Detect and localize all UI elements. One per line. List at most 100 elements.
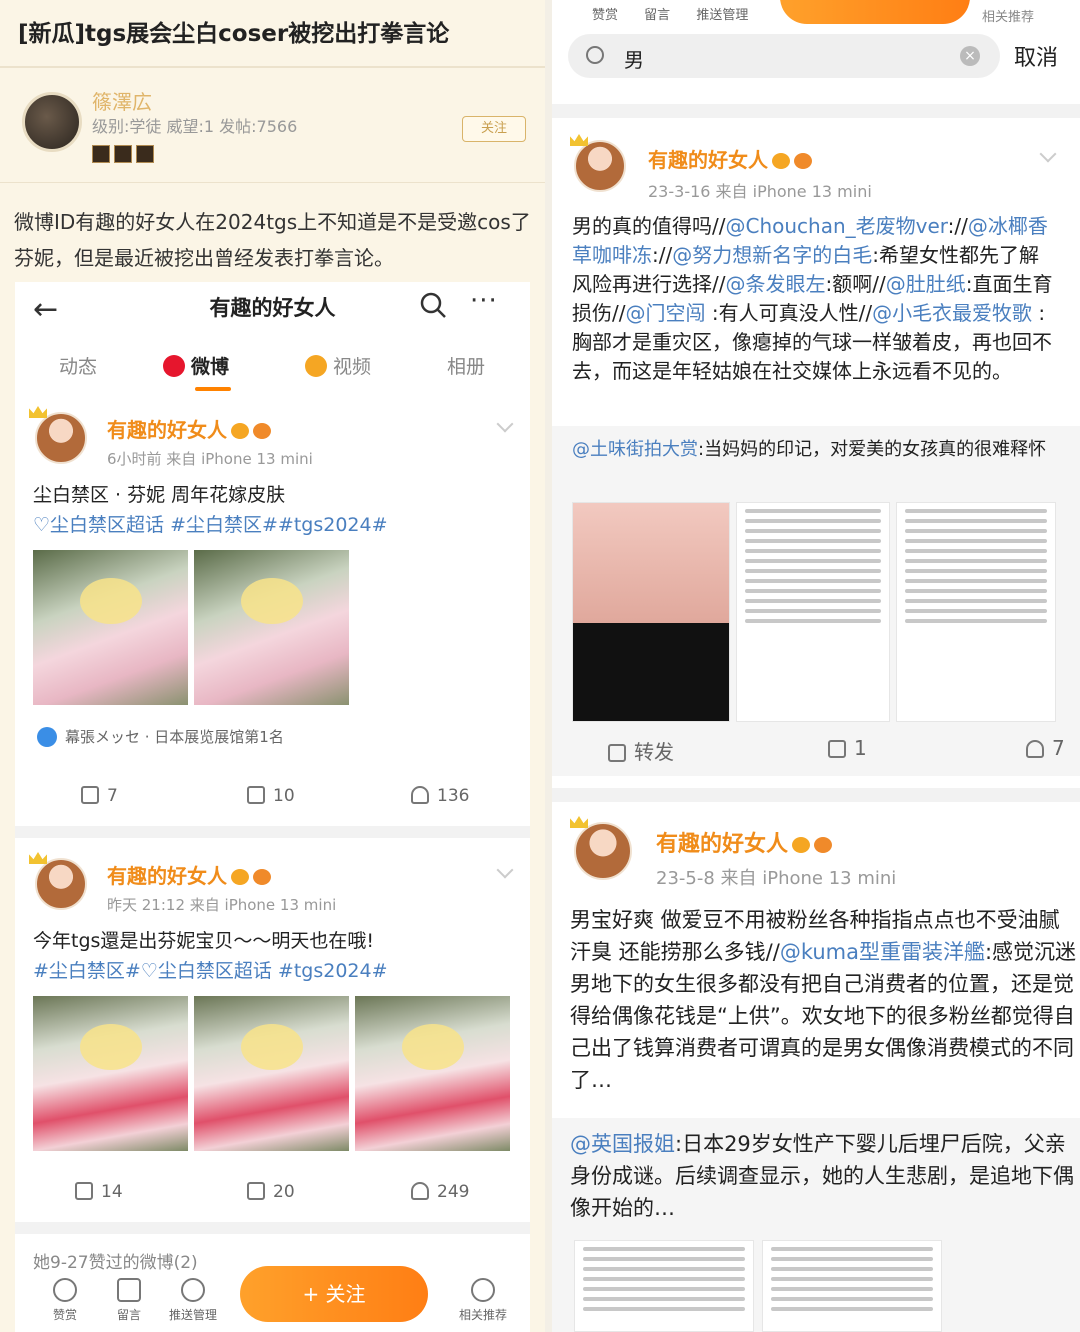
badge-icon [136, 145, 154, 163]
recommend-label[interactable]: 相关推荐 [982, 6, 1034, 25]
message-button[interactable]: 留言 [99, 1278, 159, 1323]
cancel-button[interactable]: 取消 [1014, 40, 1058, 72]
poster-name[interactable]: 篠澤広 [92, 86, 152, 115]
tab-weibo[interactable]: 微博 [163, 352, 229, 379]
repost-count: 14 [101, 1182, 123, 1202]
avatar[interactable] [35, 412, 87, 464]
weibo-post[interactable]: 有趣的好女人 23-3-16 来自 iPhone 13 mini 男的真的值得吗… [552, 128, 1080, 788]
recommend-button[interactable]: 相关推荐 [443, 1278, 523, 1323]
comment-count: 1 [854, 736, 867, 760]
post-username-text: 有趣的好女人 [107, 864, 227, 888]
liked-posts-label[interactable]: 她9-27赞过的微博(2) [33, 1248, 198, 1273]
push-settings-label[interactable]: 推送管理 [696, 8, 748, 23]
poster-info: 级别:学徒 威望:1 发帖:7566 [92, 117, 298, 136]
post-tags[interactable]: #尘白禁区#♡尘白禁区超话 #tgs2024# [33, 956, 513, 986]
repost-image[interactable] [736, 502, 890, 722]
like-button[interactable]: 249 [411, 1182, 469, 1202]
poster-follow-button[interactable]: 关注 [462, 116, 526, 142]
member-badge-icon [253, 869, 271, 885]
crown-icon [29, 852, 47, 864]
like-count: 7 [1052, 736, 1065, 760]
comment-count: 10 [273, 786, 295, 806]
top-action-labels: 赞赏 留言 推送管理 [592, 4, 770, 23]
repost-image[interactable] [896, 502, 1056, 722]
post-text: 男宝好爽 做爱豆不用被粉丝各种指指点点也不受油腻汗臭 还能捞那么多钱//@kum… [570, 908, 1077, 1092]
chevron-down-icon[interactable] [496, 861, 514, 879]
right-panel: 赞赏 留言 推送管理 相关推荐 男 × 取消 有趣的好女人 23-3-16 来自… [552, 0, 1080, 1332]
badge-icon [114, 145, 132, 163]
post-photo[interactable] [194, 550, 349, 705]
comment-button[interactable]: 10 [247, 786, 295, 806]
post-separator [552, 788, 1080, 802]
repost-box[interactable]: @英国报姐:日本29岁女性产下婴儿后埋尸后院，父亲身份成谜。后续调查显示，她的人… [552, 1118, 1080, 1332]
weibo-profile-screenshot: ← 有趣的好女人 ··· 动态 微博 视频 相册 有趣的好女人 6小时前 来自 … [15, 282, 530, 1332]
repost-image[interactable] [572, 502, 730, 722]
tab-dynamic[interactable]: 动态 [59, 352, 97, 379]
avatar[interactable] [574, 822, 632, 880]
repost-button[interactable]: 7 [81, 786, 118, 806]
crown-icon [29, 406, 47, 418]
tab-video-label: 视频 [333, 356, 372, 378]
member-badge-icon [253, 423, 271, 439]
post-photo[interactable] [33, 996, 188, 1151]
reward-button[interactable]: 赞赏 [35, 1278, 95, 1323]
vip-badge-icon [231, 869, 249, 885]
weibo-post[interactable]: 有趣的好女人 23-5-8 来自 iPhone 13 mini 男宝好爽 做爱豆… [552, 808, 1080, 1332]
post-username[interactable]: 有趣的好女人 [648, 144, 812, 173]
message-label[interactable]: 留言 [644, 8, 670, 23]
repost-label: 转发 [634, 740, 674, 764]
like-count: 136 [437, 786, 470, 806]
tab-video[interactable]: 视频 [305, 352, 371, 379]
post-photo[interactable] [33, 550, 188, 705]
poster-badges [92, 145, 154, 163]
search-icon[interactable] [418, 290, 448, 320]
avatar[interactable] [574, 140, 626, 192]
avatar[interactable] [35, 858, 87, 910]
comment-button[interactable]: 1 [828, 736, 867, 760]
divider [0, 66, 545, 68]
repost-button[interactable]: 14 [75, 1182, 123, 1202]
reward-label[interactable]: 赞赏 [592, 8, 618, 23]
weibo-post[interactable]: 有趣的好女人 6小时前 来自 iPhone 13 mini 尘白禁区 · 芬妮 … [15, 404, 530, 824]
chevron-down-icon[interactable] [1039, 145, 1057, 163]
location-tag[interactable]: 幕張メッセ · 日本展览展馆第1名 [37, 726, 284, 747]
member-badge-icon [794, 153, 812, 169]
push-settings-button[interactable]: 推送管理 [163, 1278, 223, 1323]
repost-button[interactable]: 转发 [608, 736, 674, 765]
post-text: 尘白禁区 · 芬妮 周年花嫁皮肤 [33, 484, 286, 506]
heart-icon [53, 1278, 77, 1302]
follow-button-peek[interactable] [780, 0, 970, 24]
comment-count: 20 [273, 1182, 295, 1202]
post-photo[interactable] [194, 996, 349, 1151]
repost-author-link[interactable]: @英国报姐 [570, 1132, 675, 1156]
like-button[interactable]: 136 [411, 786, 469, 806]
post-username[interactable]: 有趣的好女人 [656, 826, 833, 858]
repost-box[interactable]: @土味街拍大赏:当妈妈的印记，对爱美的女孩真的很难释怀 转发 1 7 [552, 426, 1080, 776]
tab-album[interactable]: 相册 [447, 352, 485, 379]
post-text: 今年tgs還是出芬妮宝贝～～明天也在哦! [33, 930, 375, 952]
post-username[interactable]: 有趣的好女人 [107, 414, 271, 443]
repost-image[interactable] [574, 1240, 754, 1332]
message-label: 留言 [116, 1308, 141, 1322]
repost-text: @英国报姐:日本29岁女性产下婴儿后埋尸后院，父亲身份成谜。后续调查显示，她的人… [570, 1132, 1074, 1220]
more-icon[interactable]: ··· [470, 286, 498, 316]
follow-button[interactable]: + 关注 [240, 1266, 428, 1322]
poster-avatar[interactable] [22, 92, 82, 152]
post-username-text: 有趣的好女人 [656, 832, 789, 857]
search-input[interactable]: 男 × [568, 34, 1000, 78]
comment-icon [247, 1182, 265, 1200]
repost-icon [75, 1182, 93, 1200]
divider [0, 182, 545, 183]
repost-image[interactable] [762, 1240, 942, 1332]
crown-icon [570, 134, 588, 146]
post-username[interactable]: 有趣的好女人 [107, 860, 271, 889]
clear-icon[interactable]: × [960, 46, 980, 66]
weibo-post[interactable]: 有趣的好女人 昨天 21:12 来自 iPhone 13 mini 今年tgs還… [15, 850, 530, 1250]
chevron-down-icon[interactable] [496, 415, 514, 433]
like-button[interactable]: 7 [1026, 736, 1065, 760]
post-tags[interactable]: ♡尘白禁区超话 #尘白禁区##tgs2024# [33, 510, 513, 540]
post-photo[interactable] [355, 996, 510, 1151]
comment-icon [828, 740, 846, 758]
repost-author-link[interactable]: @土味街拍大赏 [572, 439, 698, 460]
comment-button[interactable]: 20 [247, 1182, 295, 1202]
